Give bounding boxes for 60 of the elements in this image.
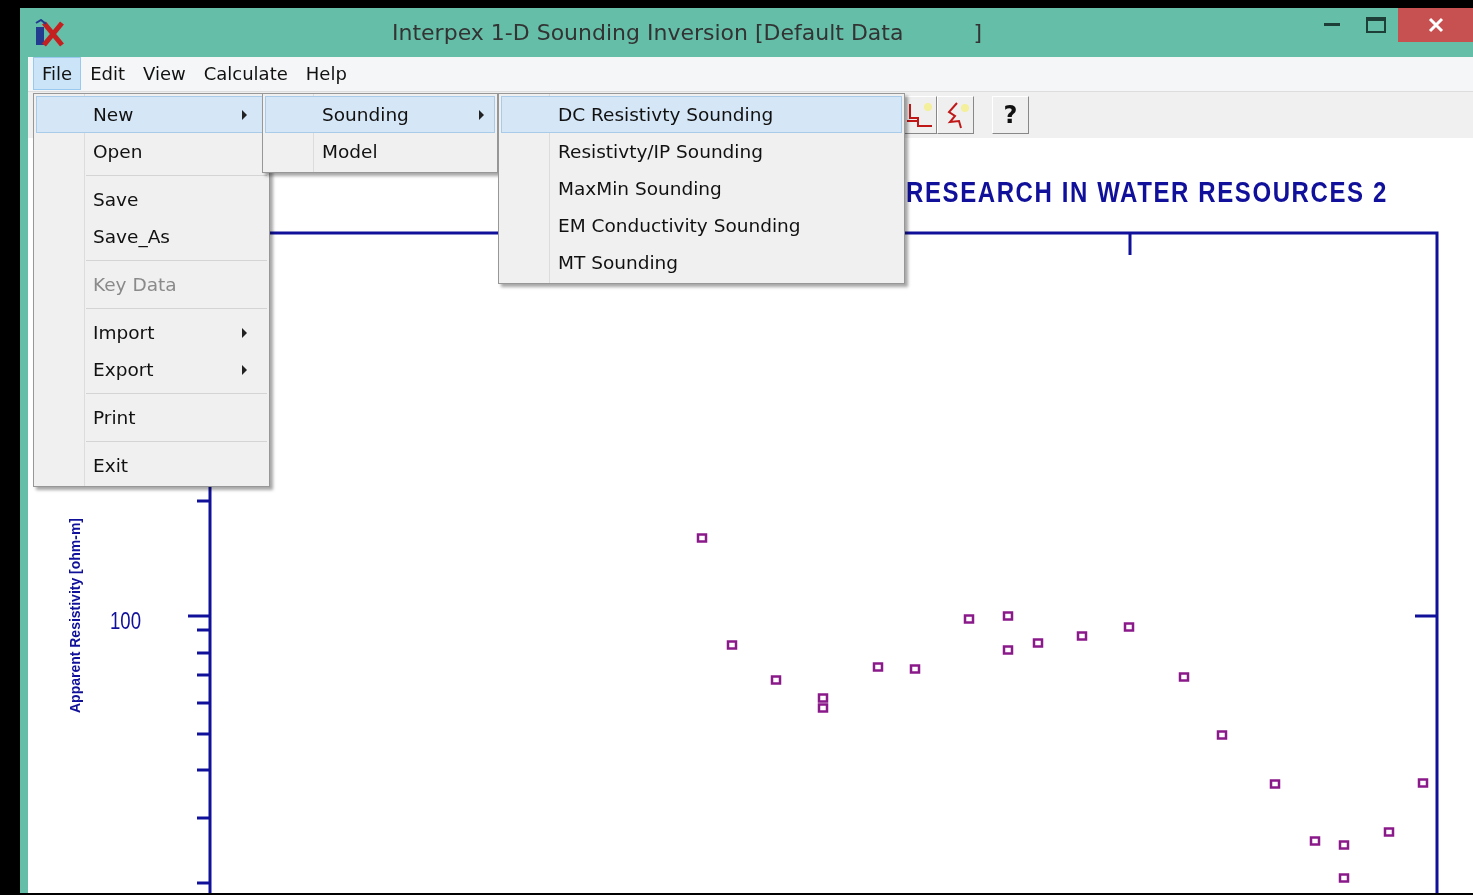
data-point	[1178, 672, 1190, 682]
data-point	[1123, 622, 1135, 632]
data-point	[1002, 645, 1014, 655]
data-point	[963, 614, 975, 624]
tick-mark	[197, 673, 209, 677]
menu-bar-item[interactable]: Calculate	[194, 57, 297, 91]
menu-item[interactable]: Import	[36, 314, 267, 351]
data-point	[1032, 638, 1044, 648]
close-button[interactable]	[1398, 8, 1473, 42]
chart-title: RESEARCH IN WATER RESOURCES 2	[906, 174, 1388, 209]
tick-mark	[197, 651, 209, 655]
data-point	[872, 662, 884, 672]
maximize-icon	[1366, 17, 1386, 33]
menu-item[interactable]: Model	[265, 133, 495, 170]
menu-item[interactable]: Export	[36, 351, 267, 388]
menu-item[interactable]: Resistivty/IP Sounding	[501, 133, 902, 170]
y-axis-label: Apparent Resistivity [ohm-m]	[66, 503, 83, 713]
tick-mark	[197, 499, 209, 503]
tick-mark	[197, 768, 209, 772]
data-point	[726, 640, 738, 650]
menu-item[interactable]: Save	[36, 181, 267, 218]
close-icon	[1427, 17, 1444, 33]
tick-mark	[188, 614, 209, 618]
menu-item[interactable]: MT Sounding	[501, 244, 902, 281]
menu-bar-item[interactable]: Help	[296, 57, 356, 91]
tick-mark	[197, 701, 209, 705]
tick-mark	[197, 732, 209, 736]
menu-bar-item[interactable]: File	[33, 57, 82, 91]
data-point	[909, 664, 921, 674]
data-point	[1269, 779, 1281, 789]
data-point	[817, 693, 829, 703]
menu-item[interactable]: DC Resistivty Sounding	[501, 96, 902, 133]
app-icon	[34, 18, 64, 47]
data-point	[1076, 631, 1088, 641]
menu-bar-item[interactable]: View	[134, 57, 195, 91]
help-button[interactable]: ?	[992, 95, 1029, 134]
tick-mark	[197, 628, 209, 632]
tick-mark	[197, 881, 209, 885]
data-point	[1338, 873, 1350, 883]
menu-item[interactable]: Exit	[36, 447, 267, 484]
window-title: Interpex 1-D Sounding Inversion [Default Data ]	[391, 19, 983, 48]
data-point	[1002, 611, 1014, 621]
tick-mark	[197, 816, 209, 820]
menu-item[interactable]: Sounding	[265, 96, 495, 133]
menu-bar-item[interactable]: Edit	[81, 57, 134, 91]
data-point	[696, 533, 708, 543]
data-point	[1309, 836, 1321, 846]
data-point	[1383, 827, 1395, 837]
minimize-icon	[1324, 23, 1340, 27]
data-point	[770, 675, 782, 685]
tick-label: 100	[110, 607, 151, 634]
data-point	[817, 703, 829, 713]
data-point	[1338, 840, 1350, 850]
menu-item[interactable]: Print	[36, 399, 267, 436]
data-point	[1216, 730, 1228, 740]
menu-item[interactable]: Save_As	[36, 218, 267, 255]
curve-chart-button[interactable]	[937, 95, 974, 134]
menu-item[interactable]: EM Conductivity Sounding	[501, 207, 902, 244]
data-point	[1417, 778, 1429, 788]
menu-item[interactable]: MaxMin Sounding	[501, 170, 902, 207]
